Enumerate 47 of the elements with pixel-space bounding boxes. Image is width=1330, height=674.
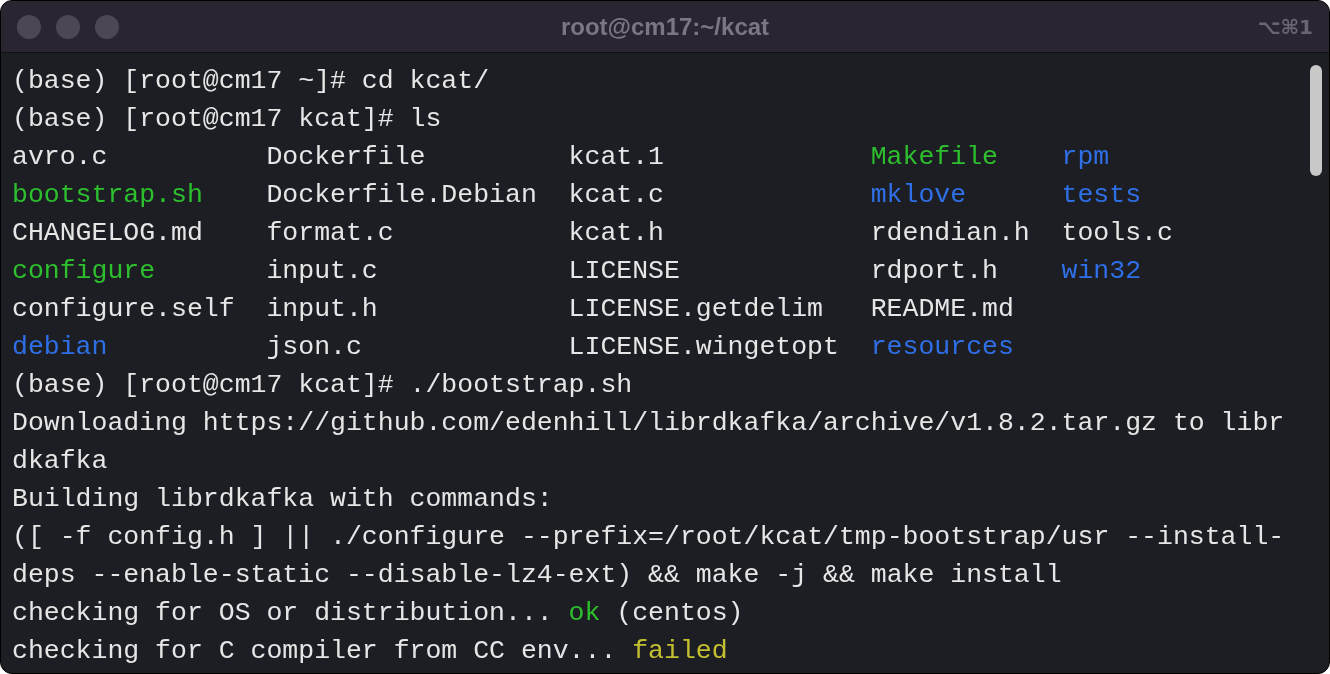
window-title: root@cm17:~/kcat <box>560 12 770 41</box>
file-name: rdport.h <box>870 255 998 288</box>
terminal-text: (base) [root@cm17 kcat]# ./bootstrap.sh <box>12 369 633 402</box>
shortcut-label: ⌥⌘1 <box>1257 14 1313 39</box>
terminal-text: deps --enable-static --disable-lz4-ext) && make -j && make install <box>12 559 1062 592</box>
terminal-text: Building librdkafka with commands: <box>12 483 553 516</box>
file-name: rpm <box>1061 141 1110 174</box>
file-name: kcat.h <box>568 217 664 250</box>
file-name: LICENSE <box>568 255 680 288</box>
zoom-button[interactable] <box>95 14 119 39</box>
file-name: kcat.1 <box>568 141 664 174</box>
minimize-button[interactable] <box>56 14 80 39</box>
file-name: tests <box>1061 179 1142 212</box>
file-name: configure.self <box>12 293 235 326</box>
file-name: kcat.c <box>568 179 664 212</box>
terminal-text: ([ -f config.h ] || ./configure --prefix=/root/kcat/tmp-bootstrap/usr --install- <box>12 521 1285 554</box>
file-name: format.c <box>266 217 394 250</box>
file-name: README.md <box>870 293 1014 326</box>
file-name: LICENSE.wingetopt <box>568 331 839 364</box>
file-name: bootstrap.sh <box>12 179 203 212</box>
file-name: rdendian.h <box>870 217 1030 250</box>
terminal-text: dkafka <box>12 445 108 478</box>
file-name: input.h <box>266 293 378 326</box>
terminal-text: checking for C compiler from CC env... <box>12 635 617 668</box>
close-button[interactable] <box>17 14 41 39</box>
terminal-text: (centos) <box>616 597 744 630</box>
file-name: tools.c <box>1061 217 1173 250</box>
file-name: input.c <box>266 255 378 288</box>
file-name: json.c <box>266 331 362 364</box>
file-name: Dockerfile <box>266 141 426 174</box>
scrollbar-thumb[interactable] <box>1310 65 1322 176</box>
file-name: resources <box>870 331 1014 364</box>
file-name: win32 <box>1061 255 1142 288</box>
file-name: LICENSE.getdelim <box>568 293 824 326</box>
terminal-text: failed <box>632 635 728 668</box>
terminal-text: (base) [root@cm17 kcat]# ls <box>12 103 442 136</box>
file-name: debian <box>12 331 108 364</box>
file-name: avro.c <box>12 141 108 174</box>
terminal-text: Downloading https://github.com/edenhill/librdkafka/archive/v1.8.2.tar.gz to libr <box>12 407 1285 440</box>
file-name: Makefile <box>870 141 998 174</box>
file-name: CHANGELOG.md <box>12 217 203 250</box>
file-name: configure <box>12 255 156 288</box>
file-name: mklove <box>870 179 967 212</box>
terminal-text: (base) [root@cm17 ~]# cd kcat/ <box>12 65 490 98</box>
file-name: Dockerfile.Debian <box>266 179 537 212</box>
terminal-text: ok <box>568 597 601 630</box>
terminal-text: checking for OS or distribution... <box>12 597 553 630</box>
